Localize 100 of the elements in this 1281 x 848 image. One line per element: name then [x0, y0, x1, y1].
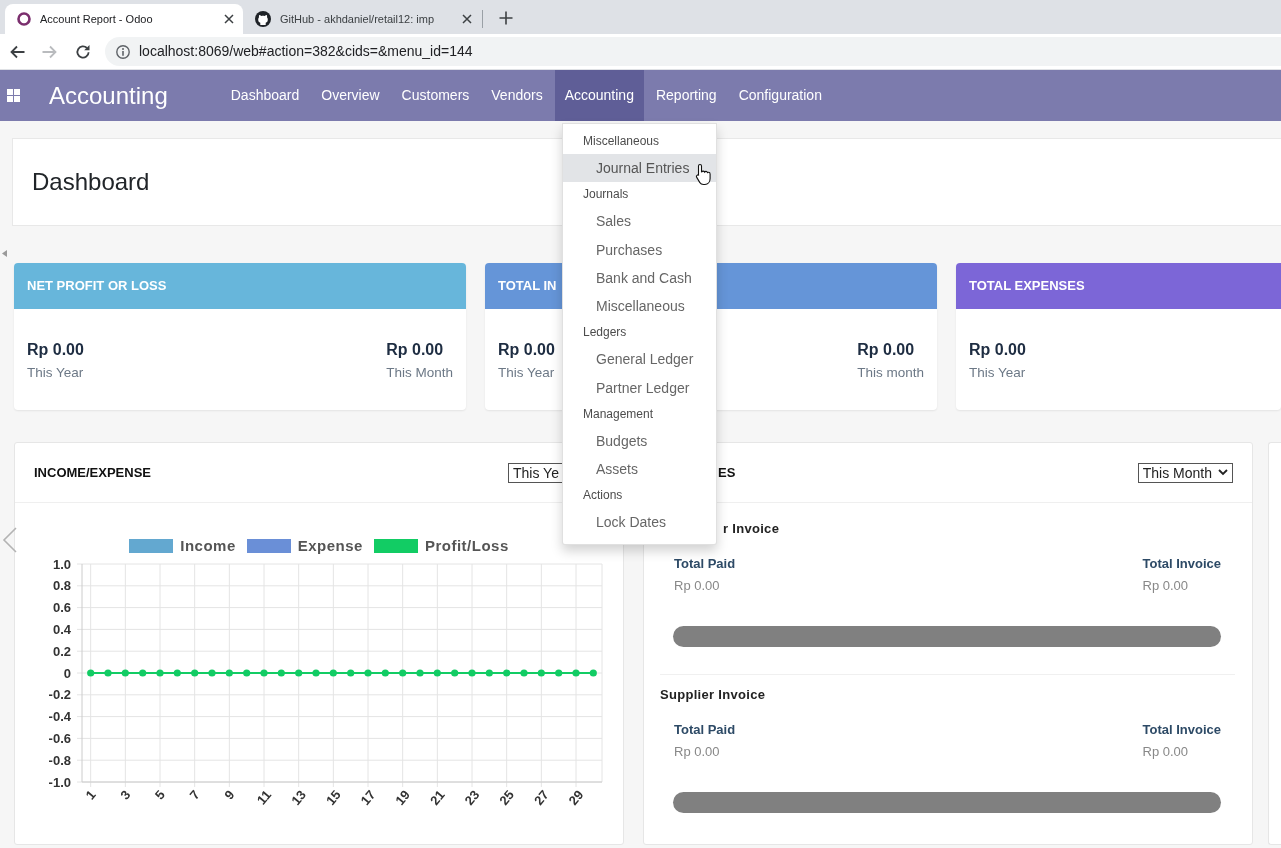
data-point: [295, 669, 303, 677]
menu-section-header: Ledgers: [582, 324, 628, 342]
data-point: [243, 669, 251, 677]
data-point: [277, 669, 285, 677]
menu-section-header: Management: [582, 405, 655, 423]
menu-section-header: Journals: [582, 186, 630, 204]
data-point: [468, 669, 476, 677]
data-point: [381, 669, 389, 677]
data-point: [451, 669, 459, 677]
menu-item[interactable]: Bank and Cash: [563, 263, 716, 292]
amount-text: Rp 0.00: [1142, 577, 1190, 595]
axis-label: 13: [288, 787, 310, 808]
data-point: [589, 669, 597, 677]
amount-text: Rp 0.00: [674, 577, 721, 595]
nav-menu-item[interactable]: Dashboard: [220, 70, 310, 121]
plus-icon[interactable]: [499, 11, 513, 25]
data-point: [312, 669, 320, 677]
apps-grid-icon[interactable]: [7, 89, 20, 102]
panel-title: INCOME/EXPENSE: [34, 463, 152, 482]
left-triangle-icon[interactable]: [2, 250, 7, 257]
data-point: [364, 669, 372, 677]
close-icon[interactable]: [224, 14, 234, 24]
axis-label: 29: [565, 787, 587, 808]
nav-menu-item[interactable]: Customers: [391, 70, 480, 121]
axis-label: 25: [496, 787, 518, 808]
axis-label: 0: [63, 665, 71, 681]
app-title: Accounting: [49, 80, 168, 111]
data-point: [104, 669, 112, 677]
axis-label: 5: [151, 787, 169, 803]
menu-item[interactable]: Sales: [563, 207, 716, 236]
menu-item[interactable]: Journal Entries: [563, 154, 716, 183]
data-point: [260, 669, 268, 677]
axis-label: -0.6: [48, 730, 71, 746]
data-point: [87, 669, 95, 677]
data-point: [225, 669, 233, 677]
amount-text: Rp 0.00: [386, 340, 445, 360]
period-select[interactable]: This Month: [1137, 462, 1233, 483]
nav-menu-item[interactable]: Configuration: [728, 70, 832, 121]
page-title: Dashboard: [32, 167, 150, 197]
menu-section-header: Miscellaneous: [582, 133, 661, 150]
panel-title: ES: [718, 463, 736, 482]
amount-text: Rp 0.00: [969, 340, 1026, 360]
axis-label: 21: [426, 787, 448, 808]
back-arrow-icon[interactable]: [9, 43, 25, 60]
axis-label: -0.8: [48, 752, 71, 768]
nav-menu-item[interactable]: Overview: [311, 70, 390, 121]
amount-text: Rp 0.00: [498, 340, 555, 360]
menu-item[interactable]: Assets: [563, 455, 716, 484]
data-point: [208, 669, 216, 677]
ring-logo-icon: [17, 12, 31, 26]
data-point: [121, 669, 129, 677]
amount-text: Rp 0.00: [27, 340, 84, 360]
data-point: [537, 669, 545, 677]
browser-tab[interactable]: Account Report - Odoo: [5, 4, 243, 34]
data-point: [572, 669, 580, 677]
nav-menu-item[interactable]: Reporting: [645, 70, 727, 121]
github-logo-icon: [255, 11, 271, 27]
legend-label: Expense: [297, 535, 363, 556]
axis-label: 23: [461, 787, 483, 808]
address-field[interactable]: localhost:8069/web#action=382&cids=&menu_id=144: [105, 37, 1281, 66]
info-icon[interactable]: [116, 44, 130, 59]
data-point: [156, 669, 164, 677]
axis-label: 15: [322, 787, 344, 808]
total-label: Total Invoice: [1142, 555, 1221, 573]
data-point: [329, 669, 337, 677]
axis-label: 27: [530, 787, 552, 808]
menu-item[interactable]: Purchases: [563, 235, 716, 264]
axis-label: 9: [221, 787, 238, 803]
axis-label: -0.2: [48, 687, 71, 703]
close-icon[interactable]: [462, 14, 472, 24]
amount-text: Rp 0.00: [1142, 743, 1190, 761]
period-label: This Month: [386, 364, 453, 382]
data-point: [416, 669, 424, 677]
axis-label: 11: [253, 787, 275, 808]
period-select[interactable]: This Ye: [508, 462, 562, 483]
axis-label: -1.0: [48, 774, 71, 790]
nav-menu-item[interactable]: Accounting: [554, 70, 644, 121]
menu-item[interactable]: General Ledger: [563, 345, 716, 374]
card-header: TOTAL EXPENSES: [956, 263, 1281, 309]
data-point: [139, 669, 147, 677]
amount-text: Rp 0.00: [674, 743, 721, 761]
nav-menu-item[interactable]: Vendors: [481, 70, 553, 121]
caret-icon: [1218, 469, 1228, 476]
axis-label: 3: [117, 787, 134, 803]
menu-item[interactable]: Lock Dates: [563, 508, 716, 537]
data-point: [520, 669, 528, 677]
data-point: [191, 669, 199, 677]
axis-label: 1: [82, 787, 99, 803]
period-label: This Year: [498, 364, 555, 382]
axis-label: 0.2: [52, 643, 71, 659]
reload-icon[interactable]: [75, 43, 91, 60]
browser-tab[interactable]: GitHub - akhdaniel/retail12: imp: [243, 4, 481, 34]
section-title: r Invoice: [723, 520, 780, 538]
data-point: [503, 669, 511, 677]
axis-label: 19: [392, 787, 414, 808]
menu-item[interactable]: Budgets: [563, 426, 716, 455]
menu-section-header: Actions: [582, 487, 624, 505]
menu-item[interactable]: Partner Ledger: [563, 373, 716, 402]
axis-label: 17: [357, 787, 379, 808]
data-point: [555, 669, 563, 677]
